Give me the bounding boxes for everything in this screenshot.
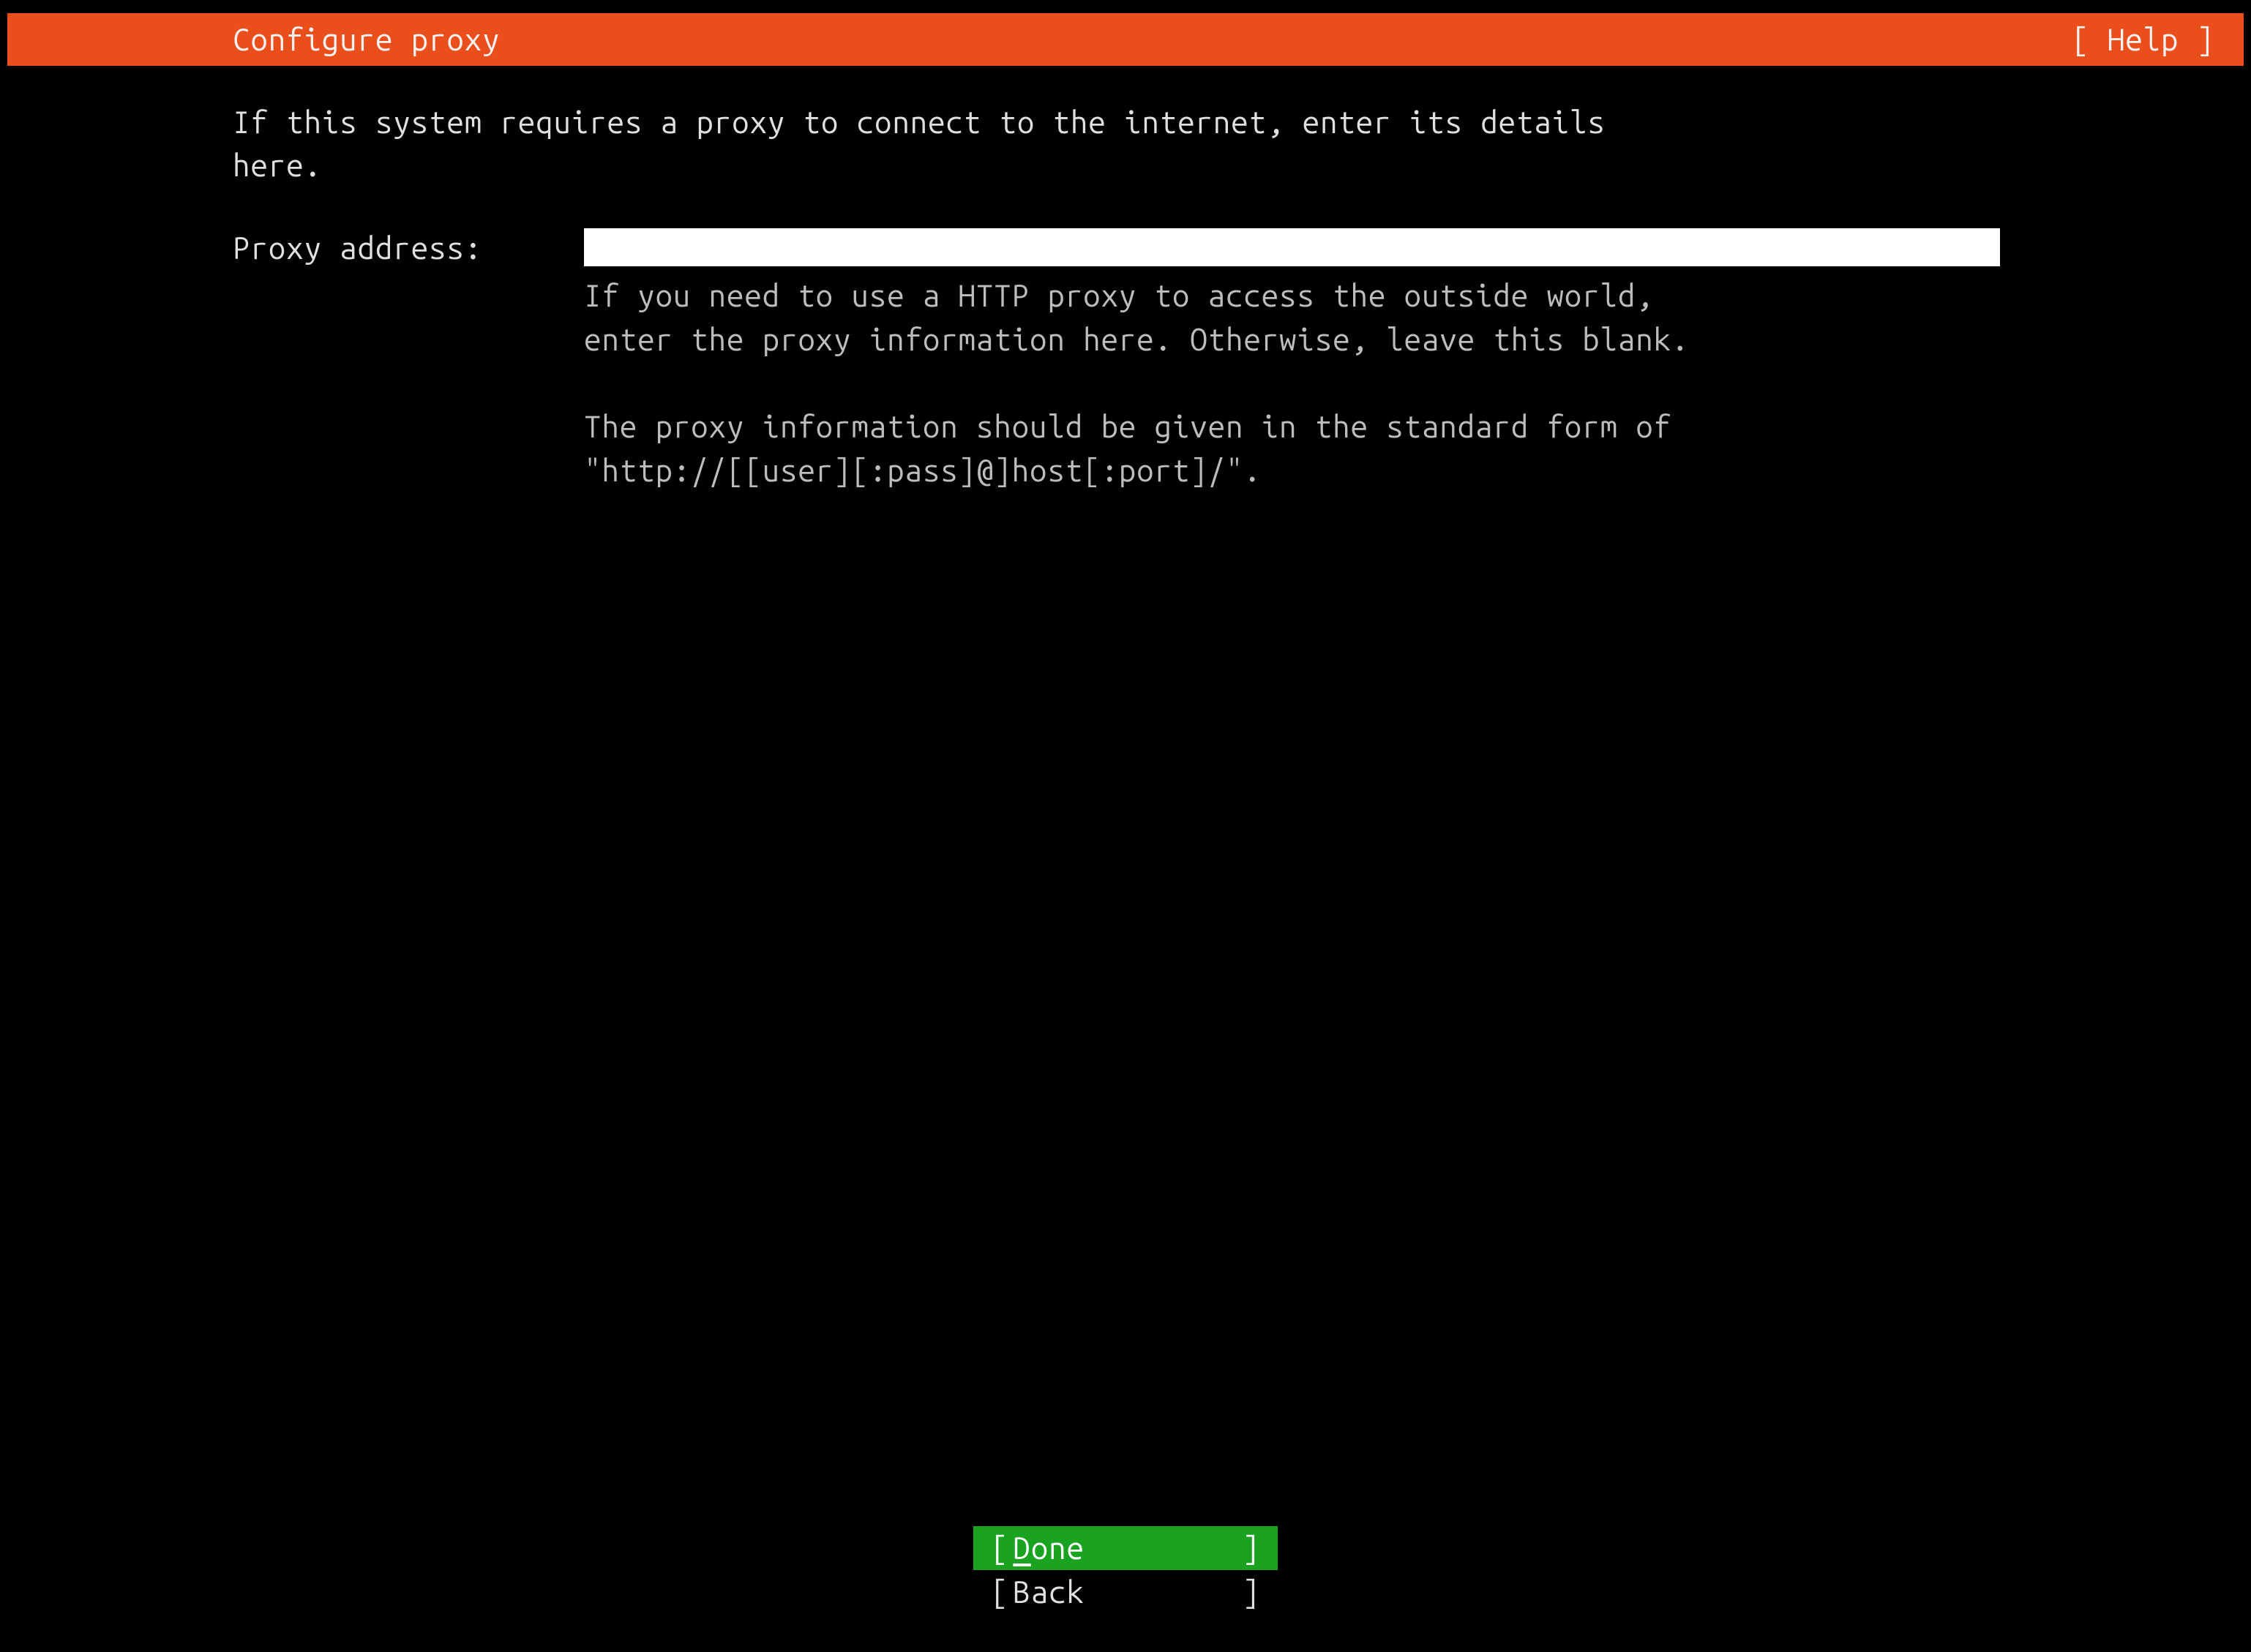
proxy-address-input[interactable]	[584, 228, 2000, 266]
bracket-right-icon: ]	[1243, 1527, 1260, 1570]
proxy-form-row: Proxy address: If you need to use a HTTP…	[233, 227, 2200, 492]
intro-text: If this system requires a proxy to conne…	[233, 101, 1989, 187]
done-button-label: Done	[1008, 1527, 1242, 1570]
installer-screen: Configure proxy [ Help ] If this system …	[0, 0, 2251, 1652]
bracket-left-icon: [	[991, 1527, 1008, 1570]
back-button[interactable]: [ Back ]	[973, 1570, 1278, 1614]
header-bar: Configure proxy [ Help ]	[7, 13, 2244, 66]
proxy-field-container: If you need to use a HTTP proxy to acces…	[584, 227, 2000, 492]
done-button[interactable]: [ Done ]	[973, 1526, 1278, 1570]
page-title: Configure proxy	[233, 18, 500, 61]
proxy-help-text: If you need to use a HTTP proxy to acces…	[584, 274, 2000, 492]
footer-buttons: [ Done ] [ Back ]	[973, 1526, 1278, 1614]
bracket-left-icon: [	[991, 1571, 1008, 1614]
bracket-right-icon: ]	[1243, 1571, 1260, 1614]
proxy-address-label: Proxy address:	[233, 227, 584, 270]
content-area: If this system requires a proxy to conne…	[7, 66, 2244, 1639]
help-button[interactable]: [ Help ]	[2072, 18, 2214, 61]
back-button-label: Back	[1008, 1571, 1242, 1614]
